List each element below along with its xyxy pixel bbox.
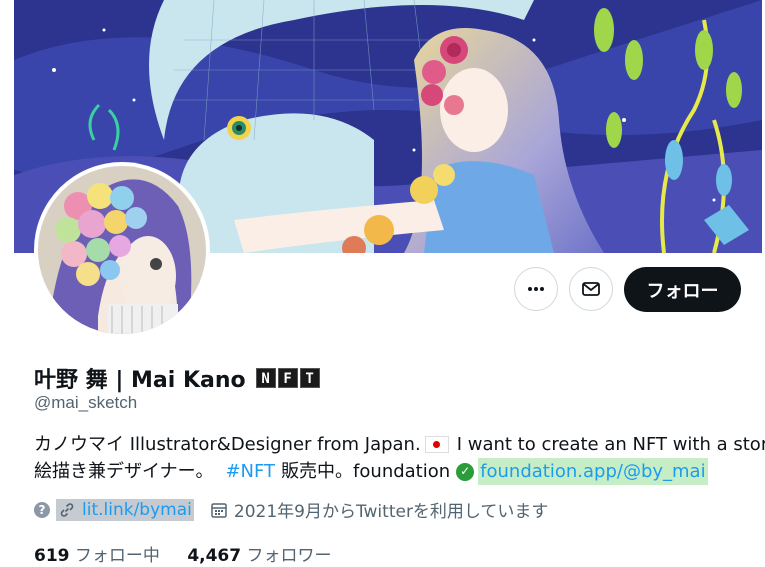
japan-flag-icon xyxy=(424,436,449,453)
message-button[interactable] xyxy=(569,267,613,311)
check-icon: ✓ xyxy=(456,462,475,481)
bio-text: I want to create an NFT with a story. xyxy=(456,434,765,455)
bio-text: 絵描き兼デザイナー。 xyxy=(34,461,214,482)
nft-letter: N xyxy=(255,368,276,388)
bio-link[interactable]: foundation.app/@by_mai xyxy=(478,458,708,485)
website-text: lit.link/bymai xyxy=(82,499,192,520)
followers-link[interactable]: 4,467 フォロワー xyxy=(187,546,331,566)
nft-badge: N F T xyxy=(255,368,320,388)
profile-meta: ? lit.link/bymai 2021年9月からTwitterを利用していま… xyxy=(34,497,548,522)
followers-label: フォロワー xyxy=(246,546,332,566)
following-count: 619 xyxy=(34,546,70,566)
display-name: 叶野 舞 | Mai Kano N F T xyxy=(34,362,320,394)
follow-stats: 619 フォロー中 4,467 フォロワー xyxy=(34,541,332,566)
following-link[interactable]: 619 フォロー中 xyxy=(34,546,160,566)
website-link[interactable]: lit.link/bymai xyxy=(56,498,194,521)
following-label: フォロー中 xyxy=(74,546,160,566)
help-icon: ? xyxy=(34,501,50,518)
bio: カノウマイ Illustrator&Designer from Japan. I… xyxy=(34,431,765,485)
follow-button[interactable]: フォロー xyxy=(624,267,741,312)
nft-letter: F xyxy=(277,368,298,388)
followers-count: 4,467 xyxy=(187,546,242,566)
bio-text: 販売中。foundation xyxy=(281,461,451,482)
handle: @mai_sketch xyxy=(34,393,138,412)
avatar-image xyxy=(38,166,206,334)
display-name-text: 叶野 舞 | Mai Kano xyxy=(34,368,246,393)
link-icon xyxy=(60,502,74,517)
bio-text: カノウマイ Illustrator&Designer from Japan. xyxy=(34,434,421,455)
joined-date: 2021年9月からTwitterを利用しています xyxy=(233,502,549,522)
nft-letter: T xyxy=(299,368,320,388)
more-icon xyxy=(528,287,544,291)
mail-icon xyxy=(582,282,600,296)
calendar-icon xyxy=(211,502,227,518)
hashtag-link[interactable]: #NFT xyxy=(225,458,275,485)
avatar[interactable] xyxy=(34,162,210,338)
more-button[interactable] xyxy=(514,267,558,311)
